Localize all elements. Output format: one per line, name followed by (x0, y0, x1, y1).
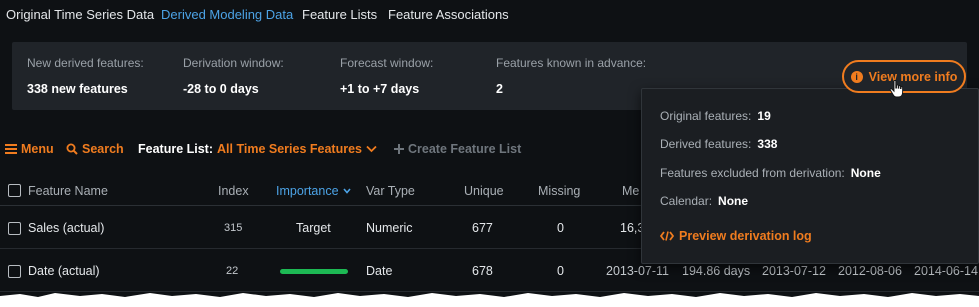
header-index[interactable]: Index (218, 184, 249, 198)
menu-button[interactable]: Menu (5, 142, 54, 156)
header-missing[interactable]: Missing (538, 184, 580, 198)
popover-label: Calendar: (660, 194, 713, 208)
popover-label: Original features: (660, 109, 752, 123)
hand-cursor-icon (889, 80, 904, 98)
popover-label: Features excluded from derivation: (660, 166, 845, 180)
importance-bar (280, 269, 348, 274)
feature-std-dev: 194.86 days (682, 264, 751, 278)
popover-label: Derived features: (660, 137, 752, 151)
torn-edge-decoration (0, 293, 979, 307)
popover-value: None (718, 194, 749, 208)
popover-value: None (850, 166, 881, 180)
derived-features-line: Derived features: 338 (660, 137, 777, 151)
derivation-info-popover: Original features: 19 Derived features: 33… (641, 88, 979, 264)
feature-missing: 0 (557, 221, 564, 235)
feature-var-type: Numeric (366, 221, 413, 235)
stat-value: 2 (496, 82, 503, 96)
hamburger-icon (5, 144, 17, 154)
create-feature-list-button[interactable]: Create Feature List (394, 142, 521, 156)
tab-derived-modeling-data[interactable]: Derived Modeling Data (161, 7, 293, 22)
forecast-window-stat: Forecast window: +1 to +7 days (340, 56, 433, 96)
header-feature-name[interactable]: Feature Name (28, 184, 108, 198)
header-importance-label: Importance (276, 184, 339, 198)
stat-value: 338 new features (27, 82, 128, 96)
tab-feature-lists[interactable]: Feature Lists (302, 7, 377, 22)
header-importance[interactable]: Importance (276, 184, 351, 198)
feature-index: 22 (226, 265, 239, 277)
feature-max: 2014-06-14 (914, 264, 978, 278)
feature-name[interactable]: Date (actual) (28, 264, 100, 278)
popover-value: 338 (757, 137, 778, 151)
stat-label: Derivation window: (183, 56, 284, 70)
feature-var-type: Date (366, 264, 393, 278)
stat-value: -28 to 0 days (183, 82, 259, 96)
tab-original-time-series-data[interactable]: Original Time Series Data (6, 7, 154, 22)
feature-unique: 677 (472, 221, 493, 235)
view-more-info-label: View more info (868, 69, 958, 84)
new-derived-features-stat: New derived features: 338 new features (27, 56, 144, 96)
select-all-checkbox[interactable] (8, 184, 21, 197)
stat-value: +1 to +7 days (340, 82, 420, 96)
feature-unique: 678 (472, 264, 493, 278)
tab-bar: Original Time Series Data Derived Modeli… (0, 0, 979, 30)
feature-list-selector[interactable]: Feature List: All Time Series Features (138, 142, 377, 156)
row-checkbox[interactable] (8, 265, 21, 278)
header-unique[interactable]: Unique (464, 184, 504, 198)
feature-missing: 0 (557, 264, 564, 278)
sort-chevron-down-icon (342, 188, 351, 194)
feature-list-label: Feature List: (138, 142, 214, 156)
feature-name[interactable]: Sales (actual) (28, 221, 104, 235)
code-icon (660, 231, 674, 241)
feature-importance: Target (296, 221, 331, 235)
excluded-features-line: Features excluded from derivation: None (660, 166, 881, 180)
menu-label: Menu (21, 142, 54, 156)
header-var-type[interactable]: Var Type (366, 184, 415, 198)
feature-index: 315 (224, 222, 243, 234)
feature-mean: 2013-07-11 (606, 264, 670, 278)
feature-list-value: All Time Series Features (217, 142, 362, 156)
preview-derivation-log-link[interactable]: Preview derivation log (660, 229, 812, 243)
feature-median: 2013-07-12 (762, 264, 826, 278)
original-features-line: Original features: 19 (660, 109, 771, 123)
stat-label: Features known in advance: (496, 56, 647, 70)
popover-value: 19 (757, 109, 771, 123)
stat-label: New derived features: (27, 56, 144, 70)
feature-min: 2012-08-06 (838, 264, 902, 278)
info-icon: i (850, 70, 863, 83)
derivation-window-stat: Derivation window: -28 to 0 days (183, 56, 284, 96)
preview-derivation-log-label: Preview derivation log (679, 229, 812, 243)
stat-label: Forecast window: (340, 56, 434, 70)
header-mean[interactable]: Me (622, 184, 639, 198)
create-feature-list-label: Create Feature List (408, 142, 522, 156)
search-button[interactable]: Search (66, 142, 124, 156)
calendar-line: Calendar: None (660, 194, 748, 208)
search-label: Search (82, 142, 124, 156)
row-checkbox[interactable] (8, 222, 21, 235)
tab-feature-associations[interactable]: Feature Associations (388, 7, 509, 22)
features-known-in-advance-stat: Features known in advance: 2 (496, 56, 646, 96)
plus-icon (394, 144, 404, 154)
search-icon (66, 143, 78, 155)
chevron-down-icon (366, 145, 377, 153)
